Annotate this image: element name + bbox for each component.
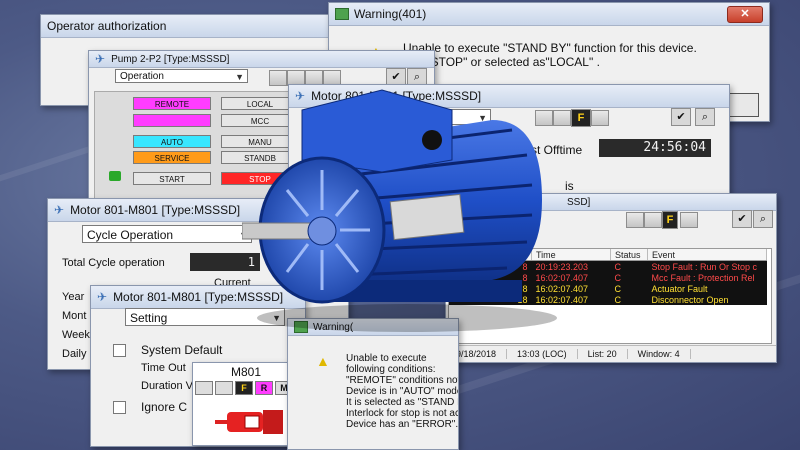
event-cell-status: C: [610, 260, 648, 272]
service-button[interactable]: SERVICE: [133, 151, 211, 164]
warning-detail-lines: Unable to execute following conditions: "R…: [346, 353, 459, 430]
app-logo-icon: ✈: [95, 52, 106, 66]
cable-gland: [422, 130, 442, 150]
m801-faceplate-widget[interactable]: M801 F R M S: [192, 362, 300, 446]
event-status-bar: 9/18/2018 13:03 (LOC) List: 20 Window: 4: [446, 345, 776, 362]
event-cell-text: Mcc Fault : Protection Rel: [647, 272, 767, 283]
warning-detail-line: It is selected as "STAND BY" device.: [346, 397, 458, 408]
electric-motor-illustration: [242, 89, 557, 332]
event-cell-status: C: [610, 283, 648, 294]
shaft-hub: [307, 216, 337, 246]
acknowledge-icon[interactable]: ✔: [671, 108, 691, 126]
close-button[interactable]: ✕: [727, 5, 763, 23]
ignore-label: Ignore C: [141, 400, 188, 414]
acknowledge-icon[interactable]: ✔: [732, 210, 752, 228]
magnifier-icon[interactable]: ⌕: [753, 210, 773, 228]
event-cell-text: Actuator Fault: [647, 283, 767, 294]
cycle-dropdown-value: Cycle Operation: [87, 228, 174, 242]
setting-dropdown-value: Setting: [130, 311, 168, 325]
toolbar-button[interactable]: [626, 212, 644, 228]
column-header-status[interactable]: Status: [610, 249, 648, 261]
warning-401-titlebar[interactable]: Warning(401) ✕: [329, 3, 769, 26]
cycle-dropdown[interactable]: Cycle Operation▼: [82, 225, 252, 243]
window-title: Operator authorization: [47, 19, 167, 33]
status-window-count: Window: 4: [628, 349, 691, 359]
toolbar-button[interactable]: [680, 212, 698, 228]
nameplate: [389, 193, 465, 241]
flag-r: R: [255, 381, 273, 395]
warning-icon: ▲: [316, 353, 330, 369]
mode-dropdown[interactable]: Operation ▼: [115, 69, 248, 83]
start-button[interactable]: START: [133, 172, 211, 185]
motor-shaft: [242, 222, 315, 240]
pump-titlebar[interactable]: ✈ Pump 2-P2 [Type:MSSSD]: [89, 51, 434, 68]
warning-message-line: Unable to execute "STAND BY" function fo…: [403, 41, 697, 55]
warning-detail-line: Unable to execute: [346, 353, 427, 364]
yearly-label: Year: [62, 291, 85, 303]
daily-label: Daily: [62, 348, 87, 360]
fault-flag-icon: F: [571, 109, 591, 127]
fault-flag-icon: F: [662, 211, 678, 229]
toolbar-button[interactable]: [644, 212, 662, 228]
window-title: Warning(401): [354, 7, 427, 21]
lock-icon: [109, 171, 121, 181]
app-logo-icon: ✈: [97, 290, 108, 304]
status-list-count: List: 20: [578, 349, 628, 359]
operator-authorization-titlebar[interactable]: Operator authorization: [41, 15, 356, 38]
motor-shadow: [257, 304, 557, 332]
toolbar-button[interactable]: [591, 110, 609, 126]
system-default-label: System Default: [141, 343, 223, 357]
flag-blank: [215, 381, 233, 395]
duration-label: Duration V: [141, 380, 193, 392]
total-cycle-label: Total Cycle operation: [62, 257, 165, 269]
motor-symbol-icon: [215, 410, 283, 434]
system-default-checkbox[interactable]: [113, 344, 126, 357]
warning-detail-line: "REMOTE" conditions not selected.: [346, 375, 459, 386]
mode-dropdown-value: Operation: [120, 71, 164, 82]
remote-button[interactable]: REMOTE: [133, 97, 211, 110]
blank-magenta-button[interactable]: [133, 114, 211, 127]
warning-detail-line: Device is in "AUTO" mode.: [346, 386, 459, 397]
warning-detail-line: Device has an "ERROR".: [346, 419, 459, 430]
monthly-label: Mont: [62, 310, 87, 322]
weekly-label: Week: [62, 329, 90, 341]
faceplate-name: M801: [230, 365, 262, 379]
window-app-icon: [335, 8, 349, 20]
flag-f: F: [235, 381, 253, 395]
warning-detail-line: following conditions:: [346, 364, 436, 375]
magnifier-icon[interactable]: ⌕: [695, 108, 715, 126]
app-logo-icon: ✈: [54, 203, 65, 217]
event-cell-status: C: [610, 294, 648, 305]
window-title: Pump 2-P2 [Type:MSSSD]: [111, 53, 230, 65]
status-time: 13:03 (LOC): [507, 349, 578, 359]
event-cell-text: Stop Fault : Run Or Stop c: [647, 260, 767, 272]
flag-blank: [195, 381, 213, 395]
timeout-label: Time Out: [141, 362, 186, 374]
last-offtime-value: 24:56:04: [599, 139, 711, 157]
column-header-event[interactable]: Event: [647, 249, 767, 261]
ignore-checkbox[interactable]: [113, 401, 126, 414]
event-cell-status: C: [610, 272, 648, 283]
warning-detail-line: Interlock for stop is not active.: [346, 408, 458, 419]
auto-button[interactable]: AUTO: [133, 135, 211, 148]
event-cell-text: Disconnector Open: [647, 294, 767, 305]
